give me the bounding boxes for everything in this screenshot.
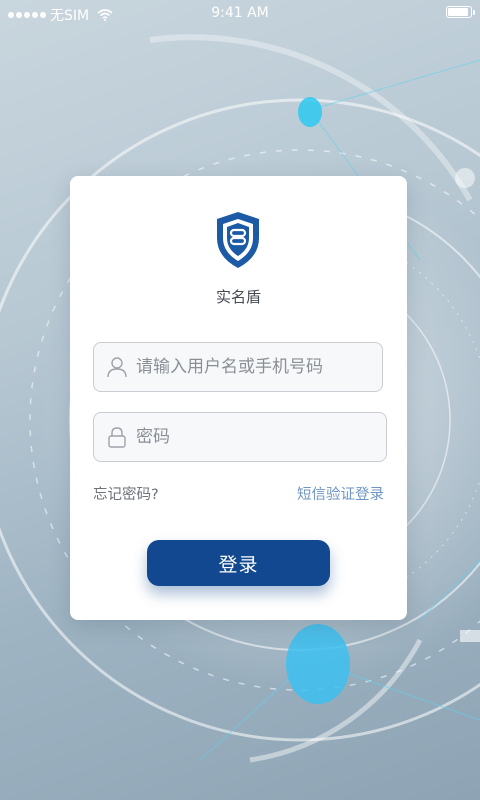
shield-logo-icon (217, 212, 259, 268)
login-card: 实名盾 忘记密码? 短信验证登录 登录 (70, 176, 407, 620)
app-name: 实名盾 (215, 288, 261, 306)
user-icon (107, 357, 127, 378)
username-input[interactable] (136, 352, 382, 382)
username-field[interactable] (93, 342, 383, 392)
status-bar: 无SIM 9:41 AM (0, 0, 480, 26)
status-right (446, 6, 475, 18)
battery-icon (446, 6, 475, 18)
status-time: 9:41 AM (211, 5, 269, 21)
forgot-password-link[interactable]: 忘记密码? (93, 483, 159, 504)
login-button[interactable]: 登录 (147, 540, 330, 586)
sms-login-link[interactable]: 短信验证登录 (297, 483, 384, 504)
battery-fill (448, 8, 468, 16)
lock-icon (108, 427, 126, 448)
password-input[interactable] (136, 422, 386, 452)
password-field[interactable] (93, 412, 387, 462)
